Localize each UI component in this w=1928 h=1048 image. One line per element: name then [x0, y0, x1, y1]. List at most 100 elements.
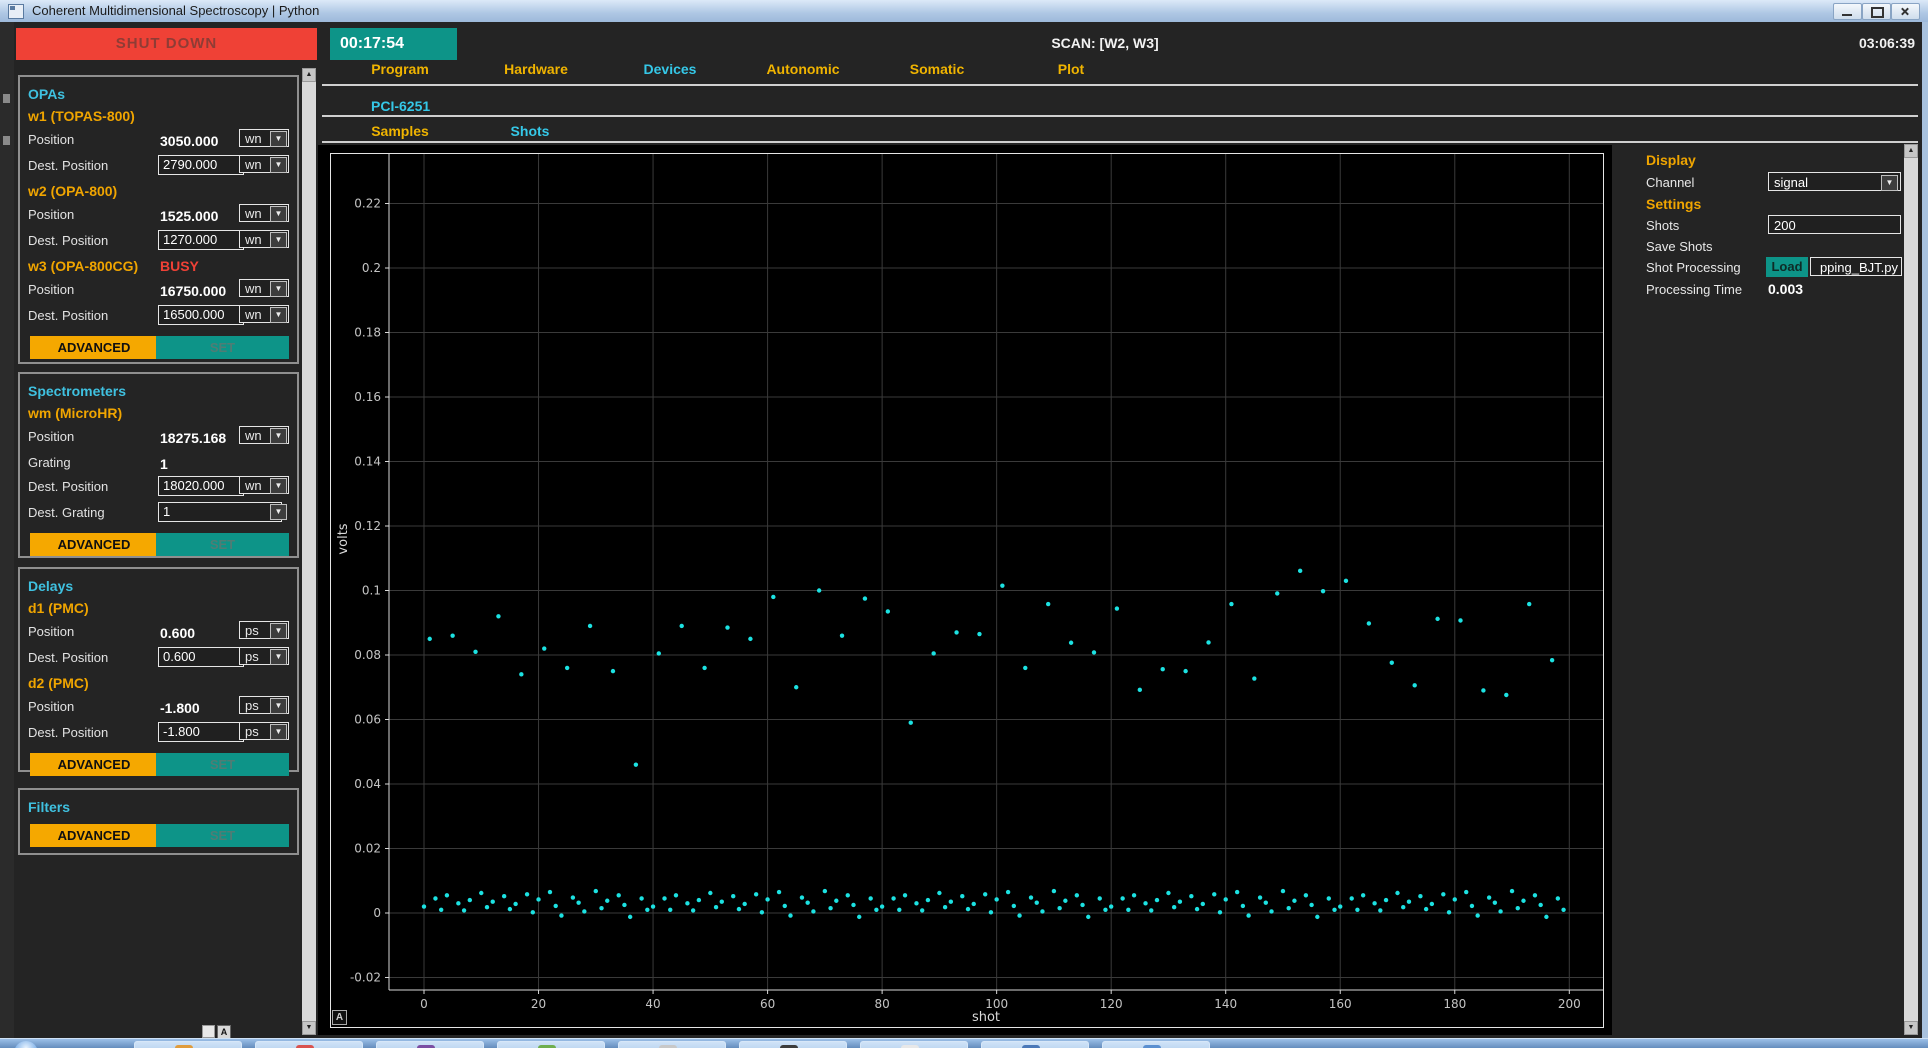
chevron-down-icon[interactable]: ▼ — [270, 206, 287, 222]
spectrometers-set-button[interactable]: SET — [156, 533, 289, 556]
chevron-down-icon[interactable]: ▼ — [270, 307, 287, 323]
d2-dest-units-dropdown[interactable]: ps▼ — [239, 722, 289, 740]
svg-text:100: 100 — [985, 997, 1008, 1011]
tab-program[interactable]: Program — [371, 61, 429, 77]
tab-plot[interactable]: Plot — [1058, 61, 1084, 77]
opas-advanced-button[interactable]: ADVANCED — [30, 336, 158, 359]
chevron-down-icon[interactable]: ▼ — [270, 428, 287, 444]
taskbar-app-button[interactable] — [134, 1041, 242, 1048]
taskbar-app-button[interactable] — [618, 1041, 726, 1048]
tab-devices[interactable]: Devices — [644, 61, 697, 77]
chevron-down-icon[interactable]: ▼ — [270, 478, 287, 494]
svg-text:20: 20 — [531, 997, 546, 1011]
taskbar-app-button[interactable] — [981, 1041, 1089, 1048]
scroll-up-icon[interactable]: ▲ — [1904, 144, 1918, 158]
channel-label: Channel — [1646, 175, 1694, 190]
delays-set-button[interactable]: SET — [156, 753, 289, 776]
w3-dest-input[interactable]: 16500.000 — [158, 305, 244, 325]
w2-dest-input[interactable]: 1270.000 — [158, 230, 244, 250]
w2-position-units-dropdown[interactable]: wn▼ — [239, 204, 289, 222]
svg-text:140: 140 — [1214, 997, 1237, 1011]
taskbar-app-button[interactable] — [1102, 1041, 1210, 1048]
w3-dest-units-dropdown[interactable]: wn▼ — [239, 305, 289, 323]
scatter-chart[interactable]: 0.220.20.180.160.140.120.10.080.060.040.… — [331, 154, 1603, 1027]
taskbar[interactable] — [0, 1038, 1928, 1048]
tab-shots[interactable]: Shots — [511, 123, 550, 139]
autoscale-mini-icon[interactable]: A — [217, 1025, 231, 1039]
wm-position-row: Position 18275.168 wn▼ — [28, 425, 289, 451]
wm-dest-grating-dropdown[interactable]: 1 — [158, 502, 282, 522]
chevron-down-icon[interactable]: ▼ — [270, 131, 287, 147]
w2-dest-row: Dest. Position 1270.000 wn▼ — [28, 229, 289, 255]
taskbar-app-button[interactable] — [497, 1041, 605, 1048]
w2-position-row: Position 1525.000 wn▼ — [28, 203, 289, 229]
sidebar-scrollbar[interactable]: ▲ ▼ — [302, 68, 316, 1035]
chevron-down-icon[interactable]: ▼ — [270, 724, 287, 740]
w2-position-value: 1525.000 — [160, 204, 250, 228]
maximize-button[interactable] — [1862, 3, 1891, 20]
chevron-down-icon[interactable]: ▼ — [270, 698, 287, 714]
chevron-down-icon[interactable]: ▼ — [270, 504, 287, 520]
d1-position-value: 0.600 — [160, 621, 250, 645]
wm-position-units-dropdown[interactable]: wn▼ — [239, 426, 289, 444]
dest-position-label: Dest. Position — [28, 158, 108, 173]
svg-text:shot: shot — [972, 1010, 1000, 1025]
d2-position-units-dropdown[interactable]: ps▼ — [239, 696, 289, 714]
minimize-button[interactable] — [1833, 3, 1862, 20]
w1-dest-units-dropdown[interactable]: wn▼ — [239, 155, 289, 173]
main-scrollbar[interactable]: ▲ ▼ — [1904, 144, 1918, 1035]
dock-grip — [3, 136, 10, 145]
chevron-down-icon[interactable]: ▼ — [270, 649, 287, 665]
processing-file-input[interactable]: pping_BJT.py — [1810, 257, 1902, 276]
chevron-down-icon[interactable]: ▼ — [270, 281, 287, 297]
w3-position-units-dropdown[interactable]: wn▼ — [239, 279, 289, 297]
spectrometers-advanced-button[interactable]: ADVANCED — [30, 533, 158, 556]
w1-position-units-dropdown[interactable]: wn▼ — [239, 129, 289, 147]
tab-somatic[interactable]: Somatic — [910, 61, 964, 77]
load-button[interactable]: Load — [1766, 257, 1808, 277]
delays-advanced-button[interactable]: ADVANCED — [30, 753, 158, 776]
w1-position-value: 3050.000 — [160, 129, 250, 153]
svg-text:0.1: 0.1 — [362, 584, 381, 598]
taskbar-app-button[interactable] — [255, 1041, 363, 1048]
spectrometers-groupbox: Spectrometers wm (MicroHR) Position 1827… — [18, 372, 299, 558]
tab-autonomic[interactable]: Autonomic — [766, 61, 839, 77]
channel-dropdown[interactable]: signal▼ — [1768, 172, 1901, 191]
minimize-icon — [1842, 14, 1852, 16]
tab-samples[interactable]: Samples — [371, 123, 429, 139]
chevron-down-icon[interactable]: ▼ — [1881, 175, 1898, 191]
taskbar-app-button[interactable] — [860, 1041, 968, 1048]
processing-time-value: 0.003 — [1768, 281, 1803, 297]
svg-text:0: 0 — [373, 906, 381, 920]
taskbar-app-button[interactable] — [376, 1041, 484, 1048]
scroll-up-icon[interactable]: ▲ — [302, 68, 316, 82]
scroll-down-icon[interactable]: ▼ — [1904, 1021, 1918, 1035]
w1-dest-input[interactable]: 2790.000 — [158, 155, 244, 175]
filters-advanced-button[interactable]: ADVANCED — [30, 824, 158, 847]
taskbar-app-button[interactable] — [739, 1041, 847, 1048]
plot-frame[interactable]: 0.220.20.180.160.140.120.10.080.060.040.… — [330, 153, 1604, 1028]
w2-dest-units-dropdown[interactable]: wn▼ — [239, 230, 289, 248]
wm-dest-units-dropdown[interactable]: wn▼ — [239, 476, 289, 494]
d1-dest-input[interactable]: 0.600 — [158, 647, 244, 667]
autoscale-button[interactable]: A — [332, 1010, 347, 1025]
scroll-down-icon[interactable]: ▼ — [302, 1021, 316, 1035]
shutdown-button[interactable]: SHUT DOWN — [16, 28, 317, 60]
d1-dest-units-dropdown[interactable]: ps▼ — [239, 647, 289, 665]
chevron-down-icon[interactable]: ▼ — [270, 232, 287, 248]
chevron-down-icon[interactable]: ▼ — [270, 157, 287, 173]
d2-dest-input[interactable]: -1.800 — [158, 722, 244, 742]
grating-label: Grating — [28, 455, 71, 470]
chevron-down-icon[interactable]: ▼ — [270, 623, 287, 639]
shots-input[interactable]: 200 — [1768, 215, 1901, 234]
close-button[interactable] — [1891, 3, 1920, 20]
tab-pci-6251[interactable]: PCI-6251 — [371, 98, 430, 114]
wm-dest-position-input[interactable]: 18020.000 — [158, 476, 244, 496]
tab-hardware[interactable]: Hardware — [504, 61, 568, 77]
svg-text:0.02: 0.02 — [354, 842, 381, 856]
start-button[interactable] — [14, 1041, 38, 1048]
opas-set-button[interactable]: SET — [156, 336, 289, 359]
filters-set-button[interactable]: SET — [156, 824, 289, 847]
dest-grating-label: Dest. Grating — [28, 505, 105, 520]
d1-position-units-dropdown[interactable]: ps▼ — [239, 621, 289, 639]
